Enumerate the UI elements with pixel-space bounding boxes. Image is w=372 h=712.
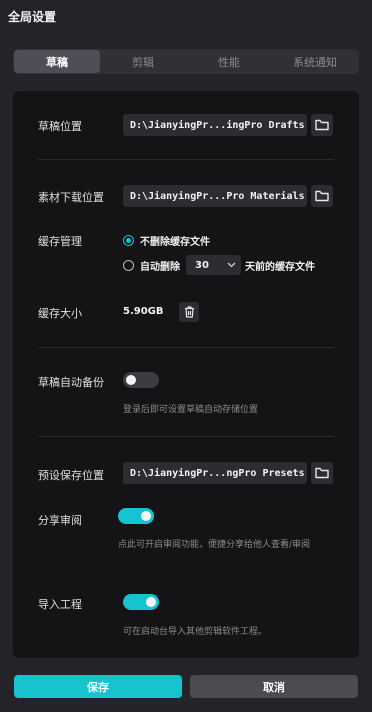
material-location-field[interactable]: D:\JianyingPr...Pro Materials [123, 185, 307, 207]
settings-panel: 草稿位置 D:\JianyingPr...ingPro Drafts 素材下载位… [13, 91, 359, 658]
save-button[interactable]: 保存 [14, 675, 182, 698]
days-value: 30 [195, 259, 209, 271]
auto-backup-hint: 登录后即可设置草稿自动存储位置 [123, 405, 259, 415]
toggle-knob [146, 597, 156, 607]
draft-location-label: 草稿位置 [38, 120, 82, 133]
import-project-label: 导入工程 [38, 598, 82, 611]
cache-auto-suffix: 天前的缓存文件 [245, 261, 315, 273]
import-project-toggle[interactable] [123, 594, 159, 610]
trash-icon [184, 306, 194, 318]
material-location-label: 素材下载位置 [38, 191, 104, 204]
draft-location-field[interactable]: D:\JianyingPr...ingPro Drafts [123, 114, 307, 136]
days-select[interactable]: 30 [186, 255, 241, 275]
tab-editing[interactable]: 剪辑 [100, 50, 186, 73]
tab-notifications[interactable]: 系统通知 [272, 50, 358, 73]
tab-drafts[interactable]: 草稿 [14, 50, 100, 73]
radio-selected[interactable] [123, 235, 134, 246]
cache-keep-option[interactable]: 不删除缓存文件 [123, 233, 210, 248]
cache-size-value: 5.90GB [123, 306, 164, 317]
cancel-button[interactable]: 取消 [190, 675, 358, 698]
folder-icon [315, 119, 329, 131]
auto-backup-label: 草稿自动备份 [38, 376, 104, 389]
cache-size-label: 缓存大小 [38, 307, 82, 320]
cache-management-label: 缓存管理 [38, 235, 82, 248]
share-review-toggle[interactable] [118, 508, 154, 524]
material-folder-button[interactable] [311, 185, 333, 207]
preset-location-field[interactable]: D:\JianyingPr...ngPro Presets [123, 462, 307, 484]
draft-folder-button[interactable] [311, 114, 333, 136]
cache-auto-prefix: 自动删除 [140, 261, 180, 273]
tab-performance[interactable]: 性能 [186, 50, 272, 73]
clear-cache-button[interactable] [179, 302, 199, 322]
share-review-label: 分享审阅 [38, 514, 82, 527]
import-project-hint: 可在启动台导入其他剪辑软件工程。 [123, 627, 268, 637]
divider [38, 436, 334, 437]
divider [38, 159, 334, 160]
divider [38, 347, 334, 348]
folder-icon [315, 190, 329, 202]
cache-keep-label: 不删除缓存文件 [140, 237, 210, 248]
share-review-hint: 点此可开启审阅功能，便捷分享给他人查看/审阅 [118, 540, 311, 550]
preset-folder-button[interactable] [311, 462, 333, 484]
folder-icon [315, 467, 329, 479]
cache-auto-delete-option[interactable]: 自动删除 30 天前的缓存文件 [123, 255, 315, 275]
auto-backup-toggle[interactable] [123, 372, 159, 388]
radio-unselected[interactable] [123, 259, 134, 271]
settings-tabs: 草稿 剪辑 性能 系统通知 [13, 49, 359, 74]
toggle-knob [141, 511, 151, 521]
preset-location-label: 预设保存位置 [38, 469, 104, 482]
chevron-down-icon [227, 262, 236, 268]
window-title: 全局设置 [8, 10, 57, 24]
toggle-knob [126, 375, 136, 385]
